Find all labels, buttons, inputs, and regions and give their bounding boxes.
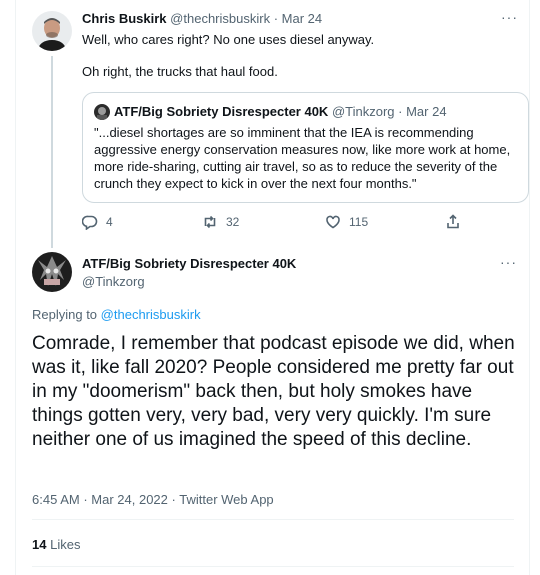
likes-label: Likes xyxy=(50,537,81,552)
tweet-text-line: Well, who cares right? No one uses diese… xyxy=(82,32,375,47)
tweet-date[interactable]: Mar 24, 2022 xyxy=(91,492,168,507)
more-icon[interactable]: ··· xyxy=(500,254,517,270)
tweet-text: Well, who cares right? No one uses diese… xyxy=(82,31,522,95)
like-count: 115 xyxy=(349,215,369,229)
tweet-metadata: 6:45 AM · Mar 24, 2022 · Twitter Web App xyxy=(32,492,274,507)
replying-to-label: Replying to xyxy=(32,307,98,322)
parent-tweet[interactable]: Chris Buskirk @thechrisbuskirk · Mar 24 … xyxy=(15,0,530,248)
separator-dot: · xyxy=(273,11,282,26)
author-name[interactable]: ATF/Big Sobriety Disrespecter 40K xyxy=(82,256,296,271)
author-handle[interactable]: @thechrisbuskirk xyxy=(170,11,270,26)
share-icon xyxy=(447,214,459,229)
reply-count: 4 xyxy=(106,215,113,229)
quote-author-name: ATF/Big Sobriety Disrespecter 40K xyxy=(114,104,329,119)
divider xyxy=(32,566,514,567)
retweet-icon xyxy=(204,215,216,229)
author-name[interactable]: Chris Buskirk xyxy=(82,11,167,26)
retweet-button[interactable]: 32 xyxy=(202,214,239,230)
reply-button[interactable]: 4 xyxy=(82,214,113,230)
more-icon[interactable]: ··· xyxy=(501,9,518,25)
tweet-text: Comrade, I remember that podcast episode… xyxy=(32,333,515,450)
reply-icon xyxy=(82,215,98,230)
tweet-text-line: Oh right, the trucks that haul food. xyxy=(82,64,278,79)
tweet-date[interactable]: Mar 24 xyxy=(282,11,322,26)
quote-tweet-card[interactable]: ATF/Big Sobriety Disrespecter 40K @Tinkz… xyxy=(82,92,529,203)
thread-line xyxy=(51,56,53,248)
tweet-source[interactable]: Twitter Web App xyxy=(179,492,273,507)
heart-icon xyxy=(326,215,340,229)
likes-stat[interactable]: 14 Likes xyxy=(32,537,80,552)
share-button[interactable] xyxy=(445,214,461,230)
quote-header: ATF/Big Sobriety Disrespecter 40K @Tinkz… xyxy=(114,104,447,119)
separator-dot: · xyxy=(398,104,407,119)
replying-to: Replying to @thechrisbuskirk xyxy=(32,307,201,322)
quote-text: "...diesel shortages are so imminent tha… xyxy=(94,125,511,191)
tweet-time[interactable]: 6:45 AM xyxy=(32,492,80,507)
divider xyxy=(32,519,514,520)
quote-avatar xyxy=(94,104,110,120)
quote-date: Mar 24 xyxy=(406,104,447,119)
quote-author-handle: @Tinkzorg xyxy=(331,104,395,119)
like-button[interactable]: 115 xyxy=(325,214,368,230)
retweet-count: 32 xyxy=(226,215,240,229)
tweet-header: Chris Buskirk @thechrisbuskirk · Mar 24 xyxy=(82,11,322,26)
avatar[interactable] xyxy=(32,11,72,51)
author-handle[interactable]: @Tinkzorg xyxy=(82,274,145,289)
tweet-actions: 4 32 115 xyxy=(82,214,522,234)
replying-to-handle-link[interactable]: @thechrisbuskirk xyxy=(101,307,201,322)
likes-count: 14 xyxy=(32,537,47,552)
avatar[interactable] xyxy=(32,252,72,292)
